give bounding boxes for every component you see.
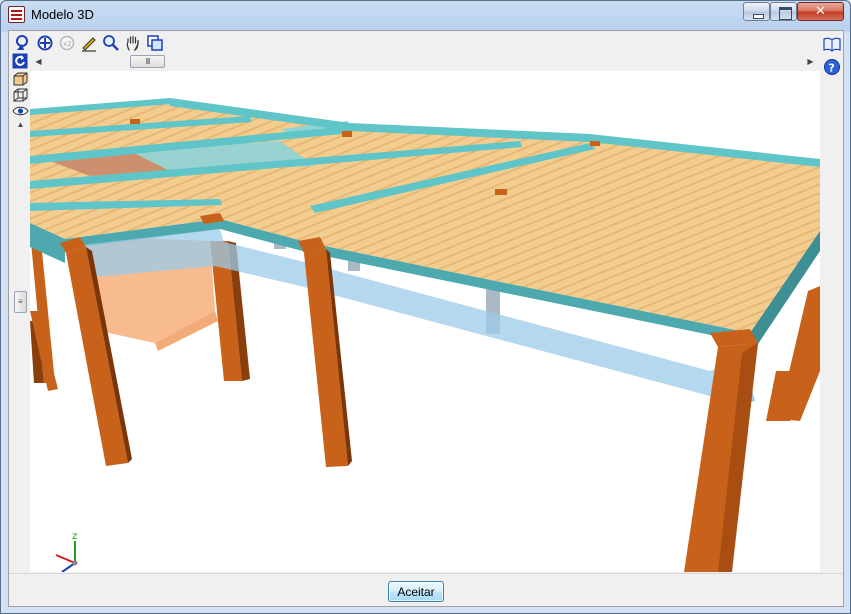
3d-viewport[interactable]: z [30, 71, 820, 572]
minimize-icon [744, 3, 769, 20]
close-button[interactable]: ✕ [797, 2, 844, 21]
model-3d-window: Modelo 3D ✕ x2 ? ◀ III ▶ ▲ ≡ z Aceitar [0, 0, 851, 614]
horizontal-scroll-thumb[interactable]: III [130, 55, 165, 68]
client-area: x2 ? ◀ III ▶ ▲ ≡ z Aceitar [8, 30, 844, 607]
scroll-up-icon[interactable]: ▲ [13, 117, 28, 132]
wireframe-view-icon[interactable] [12, 87, 29, 103]
maximize-button[interactable] [770, 2, 797, 21]
zoom-magnifier-icon[interactable] [101, 33, 121, 53]
dialog-footer: Aceitar [9, 573, 843, 606]
structure-3d-render: z [30, 98, 820, 572]
rotate-view-icon[interactable] [13, 33, 33, 53]
vertical-scroll-thumb[interactable]: ≡ [14, 291, 27, 313]
help-question-icon[interactable]: ? [823, 58, 841, 76]
svg-text:x2: x2 [63, 40, 72, 48]
pan-hand-icon[interactable] [123, 33, 143, 53]
scroll-right-icon[interactable]: ▶ [803, 54, 818, 69]
scroll-left-icon[interactable]: ◀ [31, 54, 46, 69]
maximize-icon [771, 3, 796, 20]
window-title: Modelo 3D [31, 7, 94, 22]
zoom-previous-icon[interactable]: x2 [57, 33, 77, 53]
title-bar[interactable]: Modelo 3D ✕ [1, 1, 850, 29]
undo-rotate-icon[interactable] [12, 53, 29, 69]
axis-z-label: z [72, 531, 77, 542]
svg-text:?: ? [828, 62, 834, 75]
close-icon: ✕ [815, 4, 826, 19]
solid-view-icon[interactable] [12, 71, 29, 87]
horizontal-scrollbar[interactable]: ◀ III ▶ [31, 54, 818, 69]
accept-button[interactable]: Aceitar [388, 581, 444, 602]
copy-view-icon[interactable] [145, 33, 165, 53]
minimize-button[interactable] [743, 2, 770, 21]
help-book-icon[interactable] [823, 35, 841, 53]
axis-triad: z [55, 531, 78, 572]
vertical-scrollbar[interactable]: ▲ ≡ [13, 117, 28, 572]
app-icon [8, 6, 25, 23]
zoom-window-icon[interactable] [35, 33, 55, 53]
edit-pencil-icon[interactable] [79, 33, 99, 53]
